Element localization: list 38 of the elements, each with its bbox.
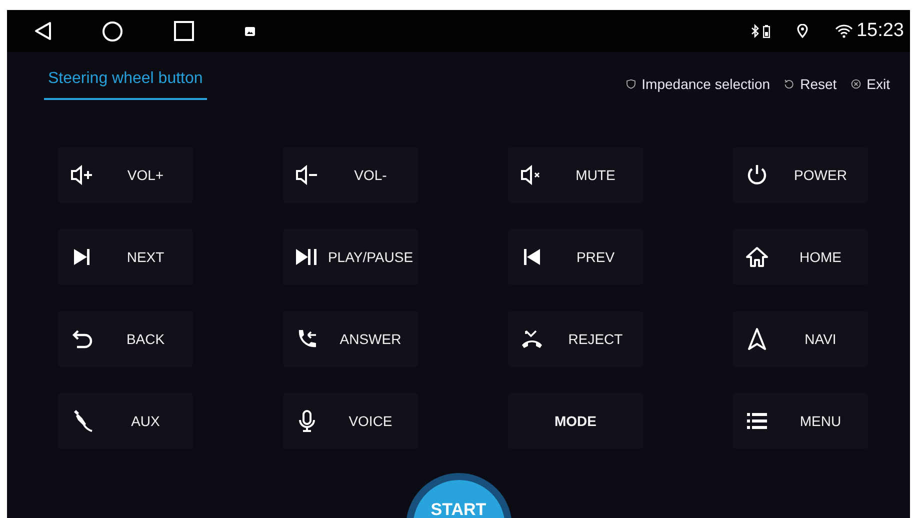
back-icon[interactable] xyxy=(34,21,52,41)
steering-key-button[interactable]: ANSWER xyxy=(283,311,418,367)
steering-key-button[interactable]: AUX xyxy=(58,393,193,449)
home-icon[interactable] xyxy=(102,20,123,42)
reset-icon xyxy=(784,79,794,89)
image-icon xyxy=(245,26,255,36)
steering-key-button[interactable]: BACK xyxy=(58,311,193,367)
steering-key-button[interactable]: VOL+ xyxy=(58,147,193,203)
steering-key-button[interactable]: VOL- xyxy=(283,147,418,203)
tab[interactable]: Steering wheel button xyxy=(44,52,207,100)
steering-key-button[interactable]: POWER xyxy=(733,147,868,203)
volume-up-icon xyxy=(70,163,94,187)
steering-key-button[interactable]: VOICE xyxy=(283,393,418,449)
recents-icon[interactable] xyxy=(174,21,194,41)
header-action-link[interactable]: Exit xyxy=(866,76,890,92)
shield-icon xyxy=(626,79,636,89)
steering-key-button[interactable]: NAVI xyxy=(733,311,868,367)
steering-key-button[interactable]: REJECT xyxy=(508,311,643,367)
header-action-link[interactable]: Impedance selection xyxy=(642,76,770,92)
steering-key-button[interactable]: MENU xyxy=(733,393,868,449)
bluetooth-icon xyxy=(751,24,760,38)
steering-key-button[interactable]: MUTE xyxy=(508,147,643,203)
header-action-link[interactable]: Reset xyxy=(800,76,837,92)
power-icon xyxy=(745,163,769,187)
close-icon xyxy=(850,79,861,89)
back-arrow-icon xyxy=(70,327,94,351)
battery-icon xyxy=(763,24,770,38)
volume-down-icon xyxy=(295,163,319,187)
navigation-arrow-icon xyxy=(745,327,769,351)
steering-key-button[interactable]: PLAY/PAUSE xyxy=(283,229,418,285)
location-pin-icon xyxy=(797,24,808,38)
steering-key-button[interactable]: PREV xyxy=(508,229,643,285)
steering-key-button[interactable]: MODE xyxy=(508,393,643,449)
clock-time: 15:23 xyxy=(856,20,904,42)
steering-key-button[interactable]: NEXT xyxy=(58,229,193,285)
wifi-icon xyxy=(835,24,854,38)
steering-key-button[interactable]: HOME xyxy=(733,229,868,285)
home-icon xyxy=(745,245,769,269)
